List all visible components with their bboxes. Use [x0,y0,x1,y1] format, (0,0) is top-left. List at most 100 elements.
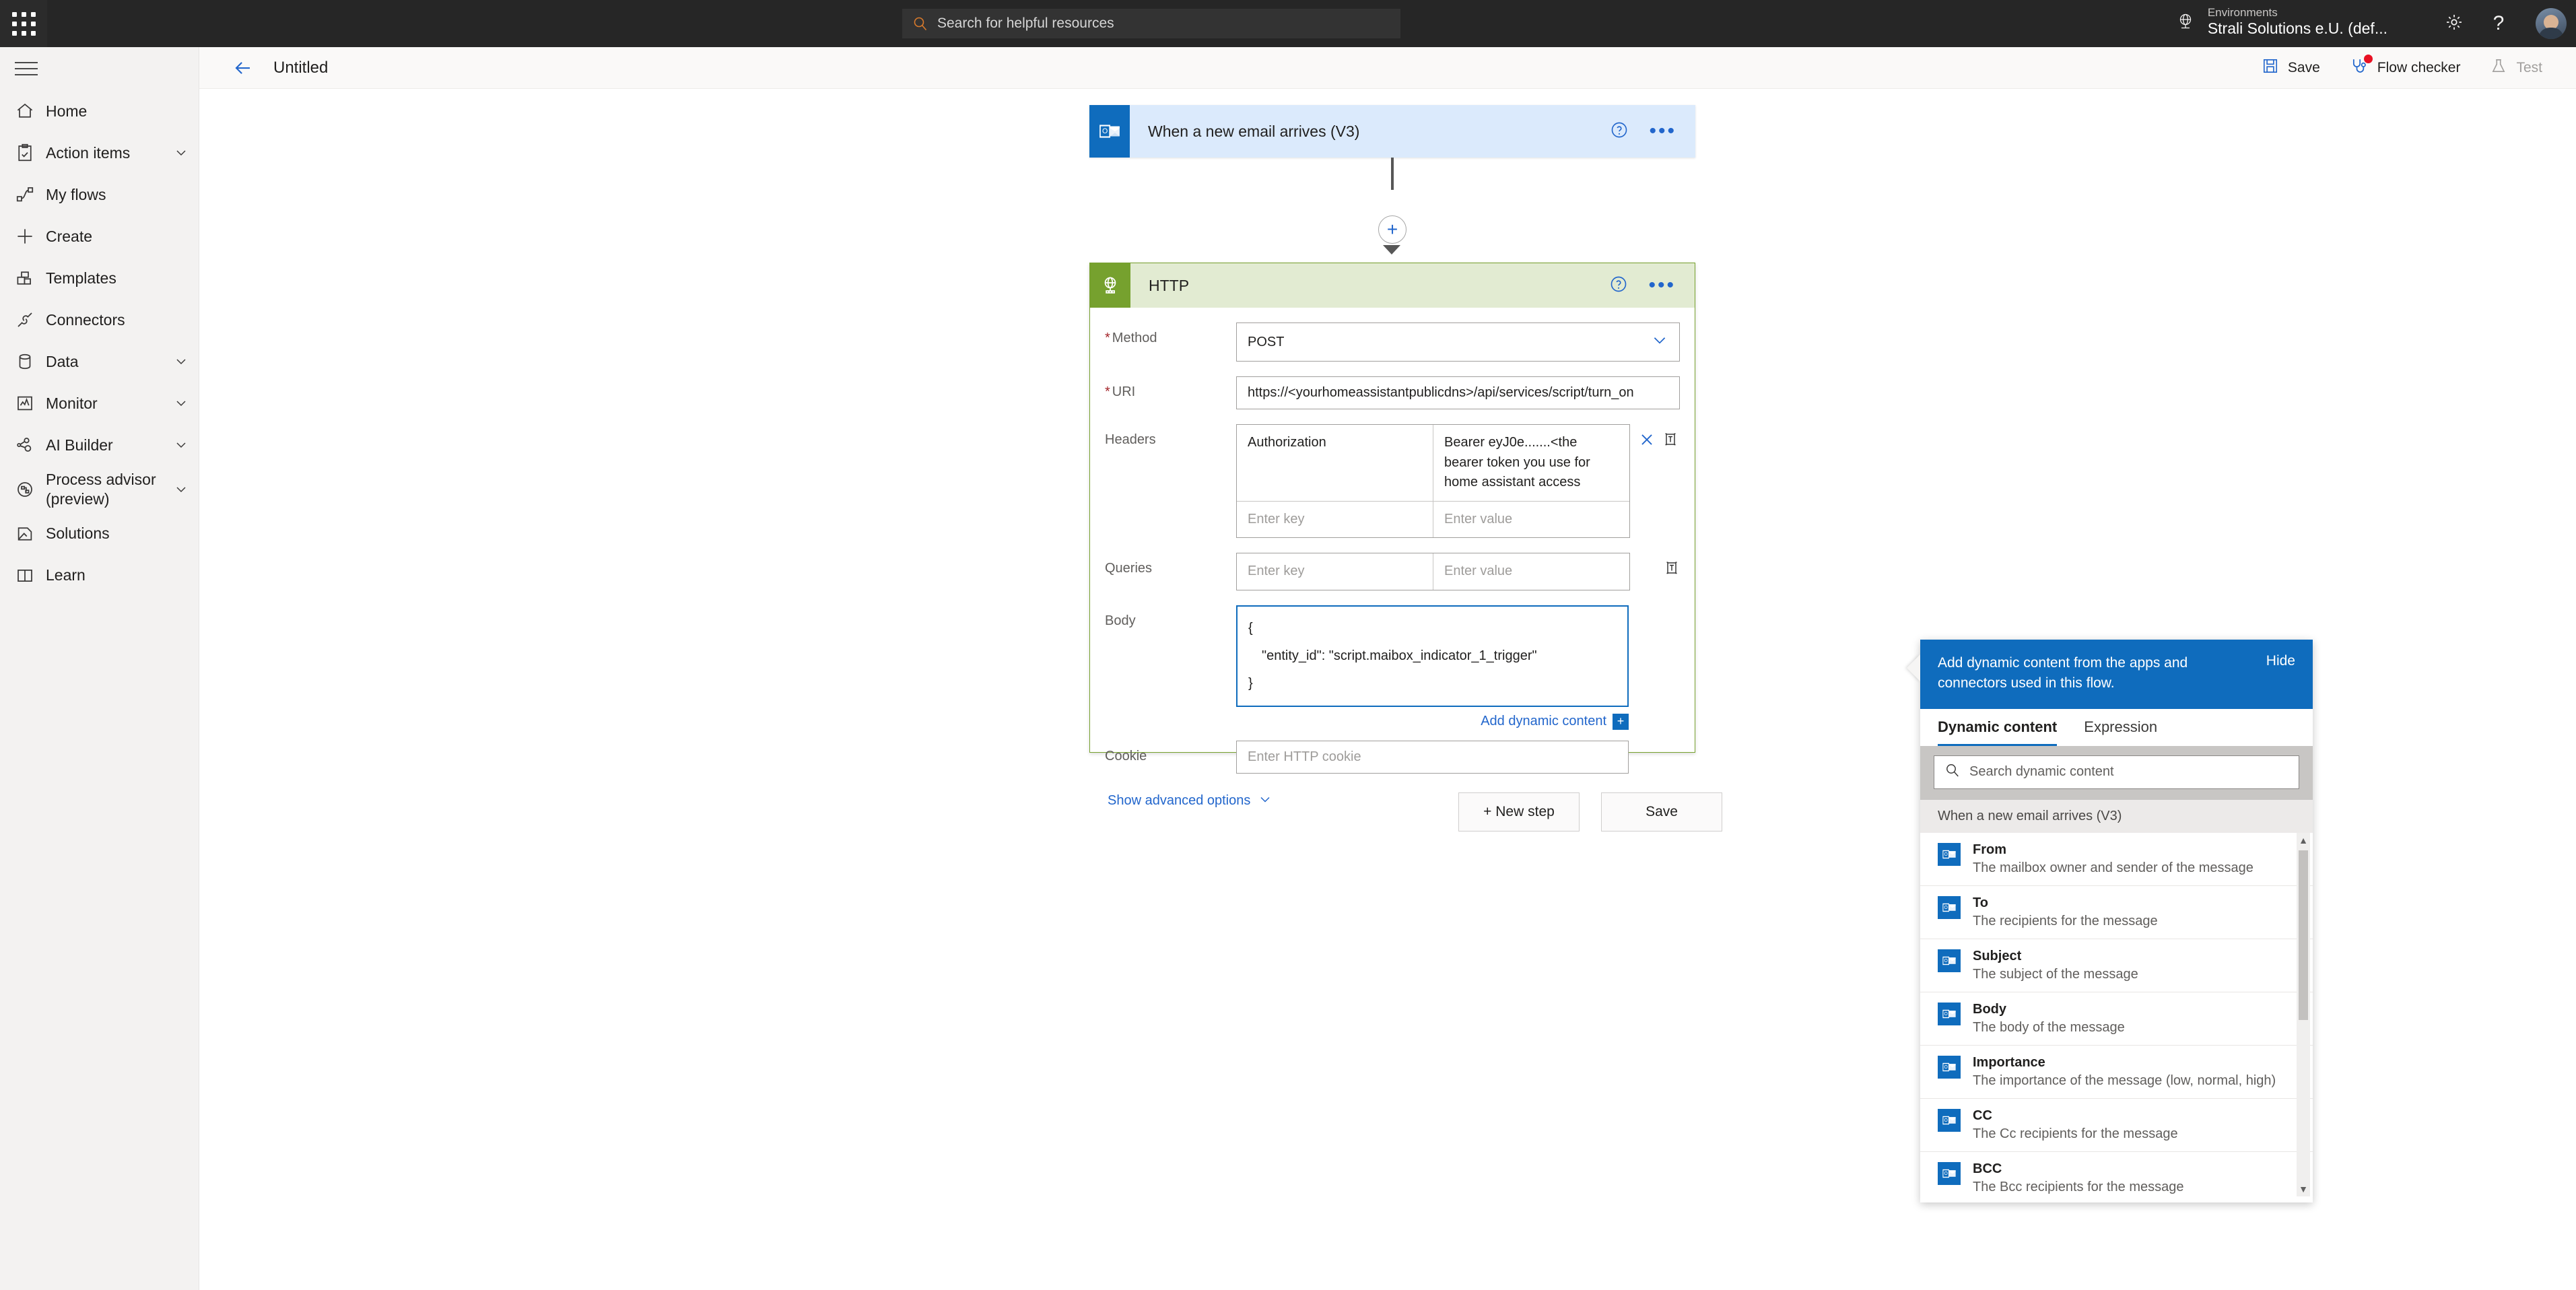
switch-to-text-mode-icon[interactable] [1664,559,1680,576]
body-textarea[interactable]: { "entity_id": "script.maibox_indicator_… [1236,605,1629,707]
http-globe-icon [1090,263,1130,308]
cookie-field-row: Cookie Enter HTTP cookie [1105,740,1680,774]
sidebar-item-action-items[interactable]: Action items [0,132,199,174]
test-button[interactable]: Test [2490,57,2542,79]
settings-button[interactable] [2432,0,2476,47]
http-card-header[interactable]: HTTP ••• [1090,263,1695,308]
global-search-input[interactable]: Search for helpful resources [902,9,1400,38]
query-value-input[interactable]: Enter value [1433,553,1629,590]
page-title: Untitled [273,58,329,77]
chevron-down-icon[interactable] [1651,331,1668,353]
environment-globe-icon [2175,11,2196,32]
sidebar-item-my-flows[interactable]: My flows [0,174,199,215]
dynamic-content-scrollbar[interactable]: ▲ ▼ [2297,832,2310,1196]
list-item[interactable]: O BCC The Bcc recipients for the message [1920,1152,2313,1196]
method-value: POST [1248,334,1285,349]
flow-checker-label: Flow checker [2377,59,2461,75]
help-button[interactable]: ? [2476,0,2521,47]
queries-table: Enter key Enter value [1236,553,1630,590]
sidebar-item-process-advisor[interactable]: Process advisor (preview) [0,466,199,513]
table-row[interactable]: Authorization Bearer eyJ0e.......<the be… [1237,425,1629,502]
method-field-row: * Method POST [1105,322,1680,362]
chevron-down-icon[interactable] [166,395,189,411]
sidebar-item-label: My flows [46,185,106,203]
sidebar-item-label: Learn [46,566,86,584]
query-key-input[interactable]: Enter key [1237,553,1433,590]
list-item[interactable]: O To The recipients for the message [1920,886,2313,939]
dynamic-content-list[interactable]: O From The mailbox owner and sender of t… [1920,832,2313,1196]
chevron-down-icon[interactable] [166,353,189,370]
http-more-menu[interactable]: ••• [1648,275,1676,296]
trigger-more-menu[interactable]: ••• [1649,121,1676,141]
back-button[interactable] [233,58,253,78]
add-dynamic-content-link[interactable]: Add dynamic content [1481,714,1606,729]
sidebar-item-home[interactable]: Home [0,90,199,132]
dynamic-item-name: From [1973,842,2006,857]
tab-dynamic-content[interactable]: Dynamic content [1938,718,2058,746]
chevron-down-icon[interactable] [166,437,189,453]
command-bar: Untitled Save Flow checker Test [199,47,2576,89]
required-asterisk: * [1105,384,1110,399]
method-select[interactable]: POST [1236,322,1680,362]
uri-input[interactable]: https://<yourhomeassistantpublicdns>/api… [1236,376,1680,409]
app-launcher-button[interactable] [0,0,47,47]
test-button-label: Test [2516,59,2542,75]
header-value-input-empty[interactable]: Enter value [1433,502,1629,538]
required-asterisk: * [1105,331,1110,345]
add-dynamic-content-row: Add dynamic content + [1105,713,1629,730]
dynamic-item-desc: The importance of the message (low, norm… [1973,1073,2276,1088]
sidebar-item-create[interactable]: Create [0,215,199,257]
trigger-card[interactable]: O When a new email arrives (V3) ••• [1089,105,1695,158]
scrollbar-thumb[interactable] [2299,850,2308,1020]
http-help-icon[interactable] [1609,275,1628,297]
trigger-help-icon[interactable] [1610,121,1629,143]
panel-caret [1907,654,1920,681]
table-row[interactable]: Enter key Enter value [1237,553,1629,590]
flow-checker-button[interactable]: Flow checker [2350,54,2461,79]
scroll-down-arrow-icon[interactable]: ▼ [2297,1182,2310,1196]
nav-collapse-button[interactable] [0,47,199,90]
sidebar-item-solutions[interactable]: Solutions [0,513,199,555]
hide-panel-button[interactable]: Hide [2266,653,2295,669]
header-key-input[interactable]: Authorization [1237,425,1433,501]
header-value-input[interactable]: Bearer eyJ0e.......<the bearer token you… [1433,425,1629,501]
header-key-input-empty[interactable]: Enter key [1237,501,1433,538]
sidebar-item-connectors[interactable]: Connectors [0,299,199,341]
sidebar-item-label: Create [46,227,93,245]
sidebar-item-data[interactable]: Data [0,341,199,382]
show-advanced-options-label: Show advanced options [1108,793,1251,809]
save-button[interactable]: Save [2262,57,2320,79]
list-item[interactable]: O Subject The subject of the message [1920,939,2313,992]
canvas-save-button[interactable]: Save [1601,792,1722,831]
chevron-down-icon[interactable] [166,145,189,161]
list-item[interactable]: O Body The body of the message [1920,992,2313,1046]
dynamic-content-search-wrap: Search dynamic content [1920,745,2313,800]
delete-header-row-button[interactable] [1638,431,1656,448]
dynamic-item-desc: The recipients for the message [1973,913,2158,928]
table-row[interactable]: Enter key Enter value [1237,501,1629,538]
list-item[interactable]: O Importance The importance of the messa… [1920,1046,2313,1099]
sidebar-item-monitor[interactable]: Monitor [0,382,199,424]
dynamic-item-desc: The mailbox owner and sender of the mess… [1973,860,2253,875]
scroll-up-arrow-icon[interactable]: ▲ [2297,833,2310,848]
chevron-down-icon[interactable] [166,481,189,498]
cookie-input[interactable]: Enter HTTP cookie [1236,740,1629,774]
sidebar-item-label: AI Builder [46,436,113,454]
add-dynamic-content-plus-icon[interactable]: + [1613,713,1629,730]
stethoscope-icon [2350,54,2373,79]
list-item[interactable]: O CC The Cc recipients for the message [1920,1099,2313,1152]
environment-picker[interactable]: Environments Strali Solutions e.U. (def.… [2175,6,2387,37]
new-step-button[interactable]: + New step [1458,792,1580,831]
dynamic-content-search-input[interactable]: Search dynamic content [1934,755,2299,789]
sidebar-item-learn[interactable]: Learn [0,555,199,597]
environment-name: Strali Solutions e.U. (def... [2207,19,2387,37]
sidebar-item-ai-builder[interactable]: AI Builder [0,424,199,466]
avatar[interactable] [2536,8,2567,39]
list-item[interactable]: O From The mailbox owner and sender of t… [1920,833,2313,886]
flow-designer-canvas: O When a new email arrives (V3) ••• + HT… [199,89,2576,1290]
tab-expression[interactable]: Expression [2084,718,2157,746]
sidebar-item-templates[interactable]: Templates [0,257,199,299]
body-label: Body [1105,613,1136,628]
insert-step-button[interactable]: + [1378,215,1406,244]
switch-to-text-mode-icon[interactable] [1662,431,1679,447]
